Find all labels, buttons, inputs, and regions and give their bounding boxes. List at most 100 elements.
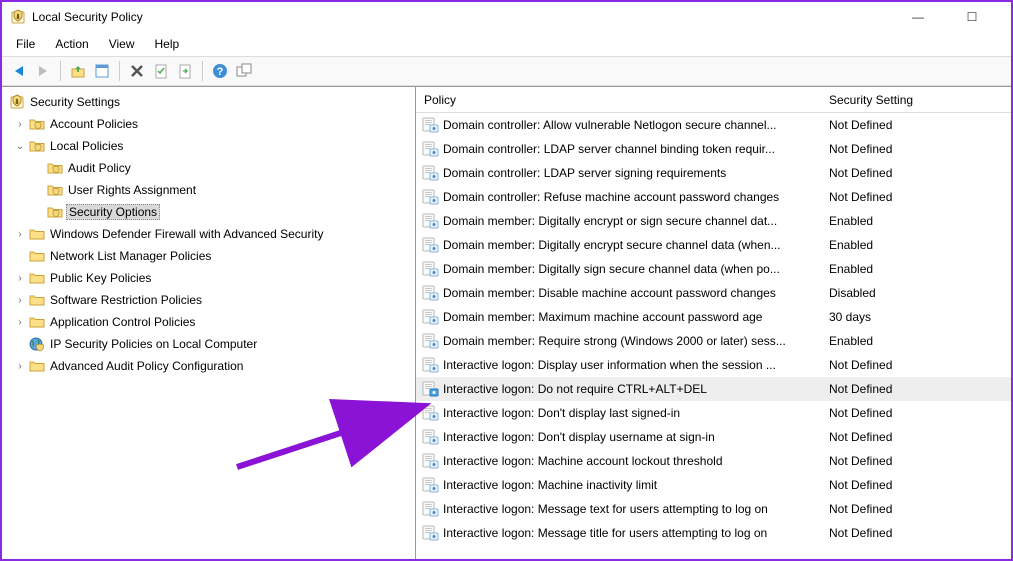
expander-icon[interactable]: › [14, 361, 26, 372]
tree-local-policies[interactable]: ⌄ Local Policies [2, 135, 415, 157]
delete-button[interactable] [126, 60, 148, 82]
properties-button[interactable] [91, 60, 113, 82]
policy-icon [422, 452, 440, 470]
tree-label: Security Options [66, 204, 160, 220]
policy-icon [422, 332, 440, 350]
back-button[interactable] [8, 60, 30, 82]
policy-icon [422, 404, 440, 422]
policy-setting: Not Defined [821, 454, 1011, 468]
tree-pane[interactable]: Security Settings › Account Policies ⌄ L… [2, 87, 416, 559]
policy-row[interactable]: Interactive logon: Don't display usernam… [416, 425, 1011, 449]
policy-icon [422, 284, 440, 302]
policy-row[interactable]: Domain member: Maximum machine account p… [416, 305, 1011, 329]
tree-label: IP Security Policies on Local Computer [48, 337, 259, 351]
tree-nlm[interactable]: Network List Manager Policies [2, 245, 415, 267]
folder-icon [29, 270, 45, 286]
policy-name: Domain member: Digitally encrypt or sign… [443, 214, 777, 228]
folder-icon [29, 314, 45, 330]
maximize-button[interactable]: ☐ [957, 10, 987, 24]
export-button[interactable] [150, 60, 172, 82]
policy-row[interactable]: Domain controller: LDAP server channel b… [416, 137, 1011, 161]
policy-setting: Not Defined [821, 190, 1011, 204]
expander-icon[interactable]: › [14, 317, 26, 328]
policy-icon [422, 116, 440, 134]
folder-shield-icon [47, 204, 63, 220]
tree-user-rights[interactable]: User Rights Assignment [2, 179, 415, 201]
folder-shield-icon [29, 116, 45, 132]
policy-row[interactable]: Interactive logon: Message title for use… [416, 521, 1011, 545]
policy-row[interactable]: Domain controller: Allow vulnerable Netl… [416, 113, 1011, 137]
policy-row[interactable]: Interactive logon: Don't display last si… [416, 401, 1011, 425]
policy-name: Domain controller: Refuse machine accoun… [443, 190, 779, 204]
separator [119, 61, 120, 81]
windows-button[interactable] [233, 60, 255, 82]
column-policy[interactable]: Policy [416, 89, 821, 111]
menu-file[interactable]: File [6, 35, 45, 53]
policy-setting: Not Defined [821, 382, 1011, 396]
tree-root[interactable]: Security Settings [2, 91, 415, 113]
tree-ipsec[interactable]: IP Security Policies on Local Computer [2, 333, 415, 355]
tree-aapc[interactable]: › Advanced Audit Policy Configuration [2, 355, 415, 377]
expander-icon[interactable]: › [14, 295, 26, 306]
policy-setting: Enabled [821, 334, 1011, 348]
tree-account-policies[interactable]: › Account Policies [2, 113, 415, 135]
policy-setting: Disabled [821, 286, 1011, 300]
column-setting[interactable]: Security Setting [821, 89, 1011, 111]
toolbar [2, 56, 1011, 86]
policy-icon [422, 140, 440, 158]
tree-label: Windows Defender Firewall with Advanced … [48, 227, 325, 241]
tree-label: Security Settings [28, 95, 122, 109]
expander-icon[interactable]: ⌄ [14, 141, 26, 152]
policy-row[interactable]: Domain member: Digitally encrypt or sign… [416, 209, 1011, 233]
policy-row[interactable]: Interactive logon: Do not require CTRL+A… [416, 377, 1011, 401]
expander-icon[interactable]: › [14, 119, 26, 130]
tree-wdfw[interactable]: › Windows Defender Firewall with Advance… [2, 223, 415, 245]
minimize-button[interactable]: — [903, 10, 933, 24]
refresh-button[interactable] [174, 60, 196, 82]
help-button[interactable] [209, 60, 231, 82]
policy-row[interactable]: Interactive logon: Machine account locko… [416, 449, 1011, 473]
expander-icon[interactable]: › [14, 273, 26, 284]
tree-label: Account Policies [48, 117, 140, 131]
tree-pkp[interactable]: › Public Key Policies [2, 267, 415, 289]
shield-icon [9, 94, 25, 110]
policy-name: Domain controller: LDAP server signing r… [443, 166, 726, 180]
up-button[interactable] [67, 60, 89, 82]
globe-shield-icon [29, 336, 45, 352]
policy-icon [422, 356, 440, 374]
policy-setting: Enabled [821, 238, 1011, 252]
policy-row[interactable]: Interactive logon: Machine inactivity li… [416, 473, 1011, 497]
tree-srp[interactable]: › Software Restriction Policies [2, 289, 415, 311]
list-body[interactable]: Domain controller: Allow vulnerable Netl… [416, 113, 1011, 559]
folder-icon [29, 292, 45, 308]
policy-row[interactable]: Interactive logon: Display user informat… [416, 353, 1011, 377]
policy-row[interactable]: Domain member: Require strong (Windows 2… [416, 329, 1011, 353]
titlebar: Local Security Policy — ☐ [2, 2, 1011, 32]
menu-help[interactable]: Help [145, 35, 190, 53]
folder-icon [29, 358, 45, 374]
policy-name: Interactive logon: Machine account locko… [443, 454, 723, 468]
policy-setting: Not Defined [821, 526, 1011, 540]
expander-icon[interactable]: › [14, 229, 26, 240]
policy-setting: Not Defined [821, 502, 1011, 516]
forward-button[interactable] [32, 60, 54, 82]
policy-setting: Not Defined [821, 142, 1011, 156]
policy-row[interactable]: Interactive logon: Message text for user… [416, 497, 1011, 521]
policy-row[interactable]: Domain member: Disable machine account p… [416, 281, 1011, 305]
policy-icon [422, 476, 440, 494]
policy-name: Interactive logon: Display user informat… [443, 358, 776, 372]
tree-audit-policy[interactable]: Audit Policy [2, 157, 415, 179]
tree-security-options[interactable]: Security Options [2, 201, 415, 223]
policy-row[interactable]: Domain controller: LDAP server signing r… [416, 161, 1011, 185]
policy-row[interactable]: Domain member: Digitally sign secure cha… [416, 257, 1011, 281]
tree-acp[interactable]: › Application Control Policies [2, 311, 415, 333]
policy-icon [422, 524, 440, 542]
policy-row[interactable]: Domain controller: Refuse machine accoun… [416, 185, 1011, 209]
policy-icon [422, 260, 440, 278]
policy-name: Domain member: Disable machine account p… [443, 286, 776, 300]
policy-setting: Not Defined [821, 430, 1011, 444]
policy-setting: Not Defined [821, 406, 1011, 420]
policy-row[interactable]: Domain member: Digitally encrypt secure … [416, 233, 1011, 257]
menu-action[interactable]: Action [45, 35, 98, 53]
menu-view[interactable]: View [99, 35, 145, 53]
